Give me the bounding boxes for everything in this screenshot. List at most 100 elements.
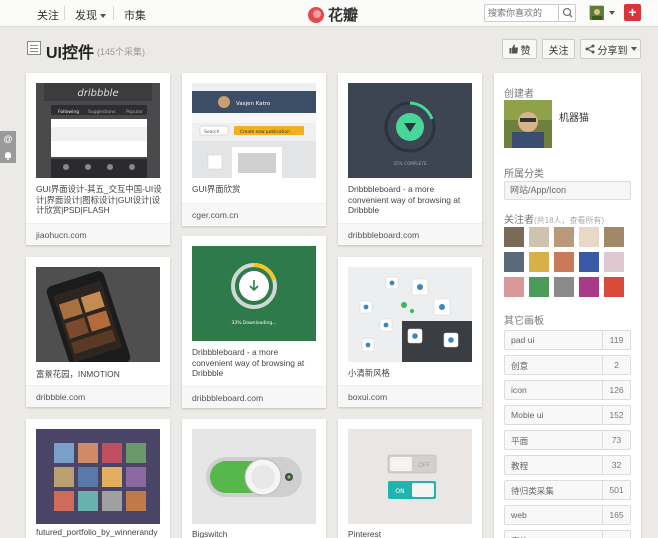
board-count: 501 bbox=[602, 481, 630, 499]
pin-image[interactable]: 35% COMPLETE bbox=[348, 83, 472, 178]
nav-discover[interactable]: 发现 bbox=[75, 7, 106, 23]
follower-avatar[interactable] bbox=[554, 252, 574, 272]
board-sidebar: 创建者 机器猫 所属分类 网站/App/Icon 关注者(共18人，查看所有) … bbox=[494, 73, 641, 538]
pin-source[interactable]: jiaohucn.com bbox=[26, 223, 170, 245]
pin-image-search-label: Search bbox=[204, 129, 220, 135]
pin-image[interactable] bbox=[192, 429, 316, 524]
board-list-item[interactable]: icon 126 bbox=[504, 380, 631, 400]
pin-card[interactable]: OFF ON Pinterest bbox=[338, 419, 482, 538]
pin-source[interactable]: dribbbleboard.com bbox=[338, 223, 482, 245]
pin-card[interactable]: 35% COMPLETE Dribbbleboard - a more conv… bbox=[338, 73, 482, 245]
nav-divider bbox=[113, 6, 114, 20]
follow-board-button[interactable]: 关注 bbox=[542, 39, 575, 59]
pin-card[interactable]: Bigswitch bbox=[182, 419, 326, 538]
petal-logo-icon bbox=[308, 6, 324, 23]
board-count: 126 bbox=[602, 381, 630, 399]
pin-caption: 富景花园，INMOTION bbox=[36, 369, 120, 379]
pin-image-on-label: ON bbox=[395, 488, 404, 495]
nav-divider bbox=[64, 6, 65, 20]
pin-source[interactable]: cger.com.cn bbox=[182, 203, 326, 225]
follower-avatar[interactable] bbox=[529, 277, 549, 297]
pin-card[interactable]: dribbble Following Suggestions Popular G… bbox=[26, 73, 170, 245]
search-input[interactable] bbox=[485, 5, 555, 21]
pin-caption: Dribbbleboard - a more convenient way of… bbox=[192, 347, 305, 379]
pin-image-text: 33% Downloading... bbox=[231, 320, 276, 326]
follower-avatar[interactable] bbox=[604, 252, 624, 272]
pin-card[interactable]: 小清新风格 boxui.com bbox=[338, 257, 482, 407]
board-list-item[interactable]: Mobie ui 152 bbox=[504, 405, 631, 425]
pin-card[interactable]: Vasjen Katro Search Create new publicati… bbox=[182, 73, 326, 226]
follower-avatar[interactable] bbox=[579, 252, 599, 272]
board-list-item[interactable]: 字体 bbox=[504, 530, 631, 538]
follower-avatar[interactable] bbox=[529, 227, 549, 247]
pin-image[interactable]: dribbble Following Suggestions Popular bbox=[36, 83, 160, 178]
pin-image-tab: Popular bbox=[126, 109, 143, 115]
pin-image[interactable] bbox=[36, 429, 160, 524]
bell-icon[interactable] bbox=[0, 147, 16, 163]
creator-avatar[interactable] bbox=[504, 100, 552, 148]
pin-image[interactable]: OFF ON bbox=[348, 429, 472, 524]
board-pin-count: (145个采集) bbox=[97, 47, 146, 57]
board-list-item[interactable]: 教程 32 bbox=[504, 455, 631, 475]
nav-follow[interactable]: 关注 bbox=[37, 7, 59, 23]
share-label: 分享到 bbox=[597, 45, 628, 57]
pin-image[interactable] bbox=[36, 267, 160, 362]
nav-market[interactable]: 市集 bbox=[124, 7, 146, 23]
follower-avatar[interactable] bbox=[604, 277, 624, 297]
pin-source[interactable]: dribbble.com bbox=[26, 385, 170, 407]
category-value[interactable]: 网站/App/Icon bbox=[504, 181, 631, 200]
pin-image[interactable]: Vasjen Katro Search Create new publicati… bbox=[192, 83, 316, 178]
share-button[interactable]: 分享到 bbox=[580, 39, 641, 59]
search-icon bbox=[562, 7, 573, 18]
other-boards-heading: 其它画板 bbox=[504, 316, 544, 327]
board-list-item[interactable]: 平面 73 bbox=[504, 430, 631, 450]
pin-image[interactable] bbox=[348, 267, 472, 362]
follower-avatar[interactable] bbox=[554, 227, 574, 247]
user-avatar[interactable] bbox=[589, 5, 604, 20]
board-name: 平面 bbox=[511, 436, 529, 446]
board-list-item[interactable]: pad ui 119 bbox=[504, 330, 631, 350]
pin-card[interactable]: futured_portfolio_by_winnerandy bbox=[26, 419, 170, 538]
board-name: icon bbox=[511, 385, 527, 395]
pin-source[interactable]: dribbbleboard.com bbox=[182, 386, 326, 408]
add-pin-button[interactable]: + bbox=[624, 4, 641, 21]
board-list-item[interactable]: 待归类采集 501 bbox=[504, 480, 631, 500]
like-label: 赞 bbox=[520, 45, 531, 57]
chevron-down-icon[interactable] bbox=[609, 11, 615, 15]
pin-card[interactable]: 富景花园，INMOTION dribbble.com bbox=[26, 257, 170, 407]
pin-card[interactable]: 33% Downloading... Dribbbleboard - a mor… bbox=[182, 236, 326, 408]
at-sign-icon[interactable]: @ bbox=[0, 131, 16, 147]
pin-image-graphic bbox=[348, 267, 472, 362]
board-count bbox=[602, 531, 630, 538]
pin-image-graphic: 35% COMPLETE bbox=[348, 83, 472, 178]
board-title: UI控件 bbox=[46, 45, 95, 62]
pin-image-text: 35% COMPLETE bbox=[393, 161, 427, 166]
thumbs-up-icon bbox=[509, 44, 518, 54]
followers-count-link[interactable]: (共18人，查看所有) bbox=[534, 216, 604, 225]
follower-avatar[interactable] bbox=[504, 277, 524, 297]
board-name: 教程 bbox=[511, 461, 529, 471]
pin-image-create-label: Create new publication bbox=[240, 129, 290, 135]
like-button[interactable]: 赞 bbox=[502, 39, 537, 59]
follower-avatar[interactable] bbox=[529, 252, 549, 272]
follower-avatar[interactable] bbox=[504, 252, 524, 272]
search-button[interactable] bbox=[558, 5, 575, 21]
follower-avatar[interactable] bbox=[504, 227, 524, 247]
followers-heading: 关注者(共18人，查看所有) bbox=[504, 211, 604, 226]
board-count: 2 bbox=[602, 356, 630, 374]
follower-avatar[interactable] bbox=[579, 277, 599, 297]
pin-caption: Bigswitch bbox=[192, 529, 228, 538]
board-list-item[interactable]: web 165 bbox=[504, 505, 631, 525]
follower-avatar[interactable] bbox=[579, 227, 599, 247]
follower-avatar[interactable] bbox=[554, 277, 574, 297]
logo-text: 花瓣 bbox=[328, 7, 359, 24]
pin-image-graphic: OFF ON bbox=[348, 429, 472, 524]
site-logo[interactable]: 花瓣 bbox=[308, 4, 358, 25]
pin-image[interactable]: 33% Downloading... bbox=[192, 246, 316, 341]
creator-name[interactable]: 机器猫 bbox=[559, 109, 589, 124]
follower-avatar[interactable] bbox=[604, 227, 624, 247]
board-list-item[interactable]: 创意 2 bbox=[504, 355, 631, 375]
pin-image-tab: Suggestions bbox=[88, 109, 116, 115]
pin-source[interactable]: boxui.com bbox=[338, 385, 482, 407]
share-icon bbox=[585, 44, 594, 54]
